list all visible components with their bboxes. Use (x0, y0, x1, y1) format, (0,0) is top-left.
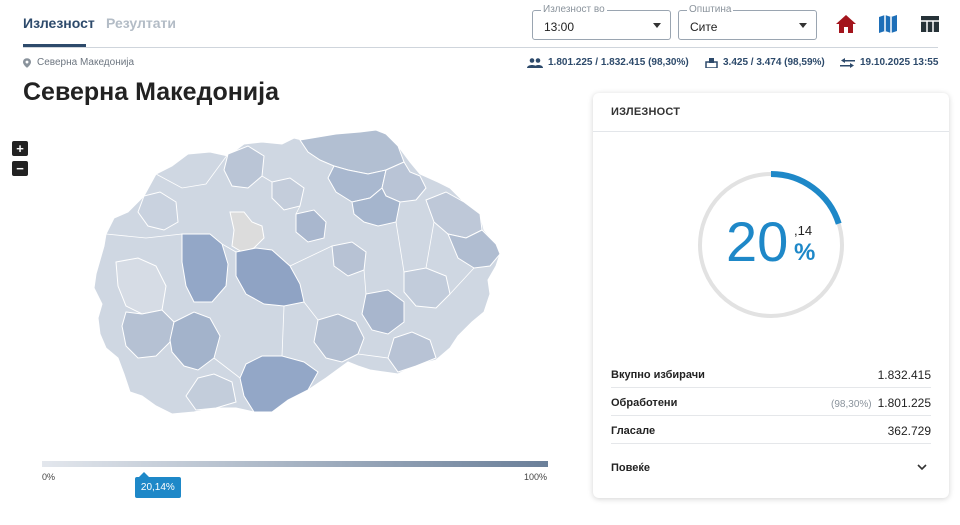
total-voters-row: Вкупно избирачи 1.832.415 (611, 360, 931, 388)
chevron-down-icon (917, 464, 927, 471)
total-voters-label: Вкупно избирачи (611, 369, 705, 381)
processed-value-wrap: (98,30%) 1.801.225 (831, 396, 931, 410)
voted-value-wrap: 362.729 (888, 424, 931, 438)
municipality-map[interactable] (86, 126, 506, 418)
voters-stat: 1.801.225 / 1.832.415 (98,30%) (527, 57, 689, 68)
gauge-integer: 20 (726, 210, 789, 273)
location-pin-icon (23, 57, 31, 68)
scale-max-label: 100% (524, 472, 548, 482)
voters-stat-value: 1.801.225 / 1.832.415 (98,30%) (548, 57, 689, 68)
caret-down-icon (653, 23, 661, 28)
turnout-card-title: ИЗЛЕЗНОСТ (611, 106, 681, 118)
voted-value: 362.729 (887, 424, 931, 438)
more-label: Повеќе (611, 462, 650, 474)
scale-min-label: 0% (42, 472, 56, 482)
table-icon[interactable] (918, 12, 942, 36)
location-breadcrumb: Северна Македонија (23, 57, 134, 68)
more-toggle[interactable]: Повеќе (611, 458, 931, 480)
scale-gradient-bar (42, 461, 548, 467)
zoom-out-button[interactable]: − (12, 161, 28, 176)
municipality-select-legend: Општина (687, 4, 734, 15)
municipality-select[interactable]: Општина Сите (678, 4, 817, 40)
voted-row: Гласале 362.729 (611, 416, 931, 444)
caret-down-icon (799, 23, 807, 28)
gauge-unit: % (794, 239, 816, 266)
total-voters-value: 1.832.415 (877, 368, 931, 382)
zoom-in-button[interactable]: + (12, 141, 28, 156)
processed-percent: (98,30%) (831, 399, 872, 410)
active-tab-indicator (23, 44, 86, 47)
stations-stat: 3.425 / 3.474 (98,59%) (705, 57, 825, 68)
municipality-select-value: Сите (690, 20, 718, 34)
ballot-box-icon (705, 58, 718, 68)
municipality-region[interactable] (239, 355, 319, 413)
stations-stat-value: 3.425 / 3.474 (98,59%) (723, 57, 825, 68)
tab-turnout[interactable]: Излезност (23, 15, 95, 31)
breadcrumb-label: Северна Македонија (37, 57, 135, 68)
gauge-decimal: ,14 (794, 223, 813, 238)
updated-stat-value: 19.10.2025 13:55 (860, 57, 939, 68)
processed-value: 1.801.225 (877, 396, 931, 410)
updated-stat: 19.10.2025 13:55 (840, 57, 938, 68)
page-title: Северна Македонија (23, 78, 280, 106)
home-icon[interactable] (834, 12, 858, 36)
turnout-card: ИЗЛЕЗНОСТ 20 ,14 % Вкупно избирачи 1.832… (593, 93, 949, 498)
tab-results[interactable]: Резултати (106, 15, 176, 31)
scale-marker-label: 20,14% (134, 477, 181, 498)
processed-row: Обработени (98,30%) 1.801.225 (611, 388, 931, 416)
municipality-region[interactable] (181, 233, 229, 303)
time-select-value: 13:00 (544, 20, 575, 34)
turnout-card-header: ИЗЛЕЗНОСТ (593, 93, 949, 132)
people-icon (527, 57, 543, 68)
sync-arrows-icon (840, 57, 855, 68)
time-select[interactable]: Излезност во 13:00 (532, 4, 671, 40)
map-icon[interactable] (876, 12, 900, 36)
time-select-legend: Излезност во (541, 4, 607, 15)
total-voters-value-wrap: 1.832.415 (878, 368, 931, 382)
voted-label: Гласале (611, 425, 656, 437)
processed-label: Обработени (611, 397, 678, 409)
